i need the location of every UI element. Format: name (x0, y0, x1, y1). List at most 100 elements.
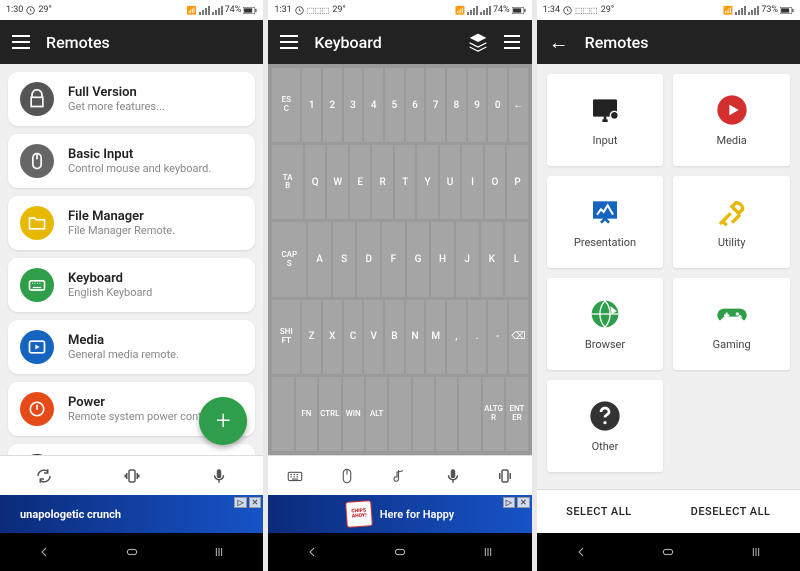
mouse-icon[interactable] (338, 467, 356, 485)
nav-recent-icon[interactable] (480, 544, 496, 560)
key-O[interactable]: O (485, 145, 505, 219)
key-D[interactable]: D (357, 222, 380, 296)
remote-card[interactable]: Basic Input Control mouse and keyboard. (8, 134, 255, 188)
vibrate-icon[interactable] (496, 467, 514, 485)
layers-icon[interactable] (468, 32, 488, 52)
tile-other[interactable]: Other (547, 380, 664, 472)
nav-home-icon[interactable] (392, 544, 408, 560)
key-SHIFT[interactable]: SHI FT (272, 300, 300, 374)
signal-icon (212, 6, 223, 15)
card-title: Keyboard (68, 271, 152, 286)
key-A[interactable]: A (308, 222, 331, 296)
key-G[interactable]: G (407, 222, 430, 296)
key-ALTGR[interactable]: ALTG R (483, 377, 504, 451)
nav-recent-icon[interactable] (748, 544, 764, 560)
key-K[interactable]: K (481, 222, 504, 296)
key-B[interactable]: B (385, 300, 404, 374)
key-N[interactable]: N (406, 300, 425, 374)
vibrate-icon[interactable] (123, 467, 141, 485)
remote-card[interactable]: Full Version Get more features... (8, 72, 255, 126)
key-4[interactable]: 4 (364, 68, 383, 142)
tile-presentation[interactable]: Presentation (547, 176, 664, 268)
key-R[interactable]: R (372, 145, 392, 219)
tile-utility[interactable]: Utility (673, 176, 790, 268)
key-2[interactable]: 2 (323, 68, 342, 142)
key-C[interactable]: C (344, 300, 363, 374)
nav-home-icon[interactable] (660, 544, 676, 560)
key-⌫[interactable]: ⌫ (509, 300, 528, 374)
key-7[interactable]: 7 (426, 68, 445, 142)
back-icon[interactable]: ← (549, 30, 569, 55)
key-ALT[interactable]: ALT (366, 377, 387, 451)
key-Z[interactable]: Z (302, 300, 321, 374)
key-P[interactable]: P (507, 145, 527, 219)
remote-card[interactable]: File Manager File Manager Remote. (8, 196, 255, 250)
tile-browser[interactable]: Browser (547, 278, 664, 370)
hamburger-icon[interactable] (12, 35, 30, 49)
key--[interactable]: - (488, 300, 507, 374)
key-9[interactable]: 9 (468, 68, 487, 142)
nav-home-icon[interactable] (124, 544, 140, 560)
key-3[interactable]: 3 (344, 68, 363, 142)
key-Q[interactable]: Q (305, 145, 325, 219)
nav-back-icon[interactable] (36, 544, 52, 560)
remote-card[interactable]: Keyboard English Keyboard (8, 258, 255, 312)
keyboard-icon[interactable] (286, 467, 304, 485)
key-S[interactable]: S (333, 222, 356, 296)
key-L[interactable]: L (505, 222, 528, 296)
key-CTRL[interactable]: CTRL (319, 377, 340, 451)
menu-icon[interactable] (504, 35, 520, 49)
app-title: Keyboard (314, 33, 451, 52)
deselect-all-button[interactable]: DESELECT ALL (691, 505, 771, 518)
key-spacer (389, 377, 410, 451)
tile-input[interactable]: Input (547, 74, 664, 166)
add-fab[interactable]: + (199, 397, 247, 445)
refresh-icon[interactable] (35, 467, 53, 485)
key-1[interactable]: 1 (302, 68, 321, 142)
select-all-button[interactable]: SELECT ALL (566, 505, 631, 518)
remote-card[interactable]: Screen Remote screen viewer (8, 444, 255, 455)
nav-recent-icon[interactable] (211, 544, 227, 560)
key-←[interactable]: ← (509, 68, 528, 142)
key-H[interactable]: H (431, 222, 454, 296)
key-F[interactable]: F (382, 222, 405, 296)
tile-media[interactable]: Media (673, 74, 790, 166)
key-W[interactable]: W (327, 145, 347, 219)
key-ENTER[interactable]: ENT ER (506, 377, 527, 451)
key-WIN[interactable]: WIN (343, 377, 364, 451)
ad-banner[interactable]: unapologetic crunch ▷✕ (0, 495, 263, 533)
power-icon (20, 392, 54, 426)
key-J[interactable]: J (456, 222, 479, 296)
hamburger-icon[interactable] (280, 35, 298, 49)
key-FN[interactable]: FN (296, 377, 317, 451)
key-I[interactable]: I (462, 145, 482, 219)
key-0[interactable]: 0 (488, 68, 507, 142)
nav-back-icon[interactable] (573, 544, 589, 560)
music-icon[interactable] (391, 467, 409, 485)
key-CAPS[interactable]: CAP S (272, 222, 306, 296)
remote-card[interactable]: Media General media remote. (8, 320, 255, 374)
key-X[interactable]: X (323, 300, 342, 374)
key-5[interactable]: 5 (385, 68, 404, 142)
key-ESC[interactable]: ES C (272, 68, 300, 142)
key-M[interactable]: M (426, 300, 445, 374)
ad-text: Here for Happy (380, 508, 455, 521)
mic-icon[interactable] (444, 467, 462, 485)
ad-text: unapologetic crunch (20, 508, 121, 521)
screen-icon (20, 454, 54, 455)
status-time: 1:30 (6, 5, 23, 15)
key-V[interactable]: V (364, 300, 383, 374)
key-TAB[interactable]: TA B (272, 145, 303, 219)
key-8[interactable]: 8 (447, 68, 466, 142)
nav-back-icon[interactable] (304, 544, 320, 560)
mic-icon[interactable] (210, 467, 228, 485)
key-T[interactable]: T (395, 145, 415, 219)
key-,[interactable]: , (447, 300, 466, 374)
key-Y[interactable]: Y (417, 145, 437, 219)
key-U[interactable]: U (440, 145, 460, 219)
ad-banner[interactable]: CHIPS AHOY! Here for Happy ▷✕ (268, 495, 531, 533)
tile-gaming[interactable]: Gaming (673, 278, 790, 370)
key-6[interactable]: 6 (406, 68, 425, 142)
key-.[interactable]: . (468, 300, 487, 374)
key-E[interactable]: E (350, 145, 370, 219)
